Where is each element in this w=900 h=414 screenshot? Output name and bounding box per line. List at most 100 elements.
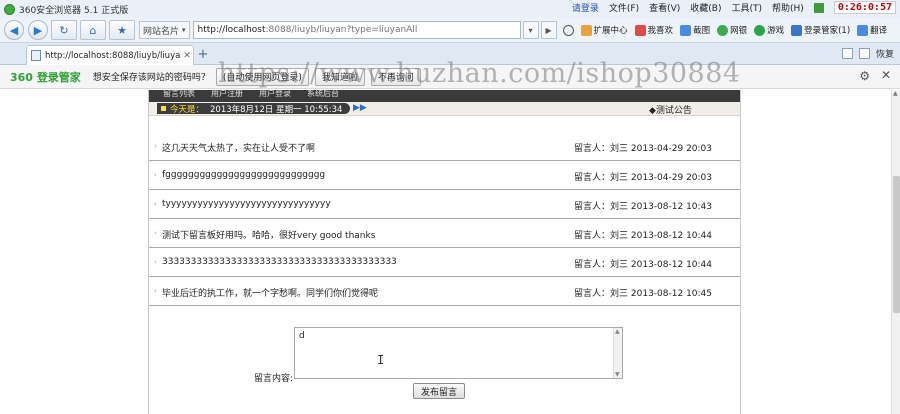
guestbook-container: 留言列表 用户注册 用户登录 系统后台 今天是： 2013年8月12日 星期一 … [148,90,741,414]
message-meta: 留言人：刘三 2013-04-29 20:03 [574,170,712,183]
message-time: 2013-08-12 10:44 [630,260,713,270]
user-key-icon [791,24,803,36]
close-tab-icon[interactable]: ✕ [181,51,193,61]
message-text: 3333333333333333333333333333333333333333… [162,257,397,267]
message-meta: 留言人：刘三 2013-08-12 10:44 [574,228,712,241]
today-label: 今天是： [170,104,205,115]
login-manager-logo: 360 登录管家 [10,69,81,85]
extension-center-button[interactable]: 扩展中心 [580,24,628,36]
message-meta: 留言人：刘三 2013-08-12 10:44 [574,257,712,270]
games-label: 游戏 [767,26,785,36]
skin-icon[interactable] [813,2,824,13]
play-icon: ▶ [545,25,552,35]
author-label: 留言人： [574,144,611,154]
browser-logo-icon [4,3,15,15]
textarea-scrollbar[interactable]: ▲ ▼ [613,328,622,378]
tab-title: http://localhost:8088/liuyb/liuya... [45,50,181,61]
screenshot-button[interactable]: 截图 [680,24,710,36]
message-row: › 毕业后迁的执工作，就一个字愁啊。同学们你们觉得呢 留言人：刘三 2013-0… [149,277,740,306]
translate-button[interactable]: 翻译 [857,24,887,36]
heart-icon [634,24,646,36]
login-manager-label: 登录管家(1) [804,26,851,36]
menu-help[interactable]: 帮助(H) [772,1,804,14]
scrollbar-thumb[interactable] [893,176,900,313]
logo-text: 登录管家 [36,70,81,84]
toolbar-tools: 扩展中心 我喜欢 截图 网银 游戏 登录管家(1) 翻译 [562,24,887,36]
address-dropdown-button[interactable]: ▾ [522,21,539,39]
navigation-bar: ◀ ▶ ↻ ⌂ ★ 网站名片 ▾ http://localhost:8088/l… [0,18,900,43]
menu-tools[interactable]: 工具(T) [731,1,762,14]
page-scrollbar[interactable]: ▲ [891,90,900,414]
bank-button[interactable]: 网银 [717,24,747,36]
date-pill: 今天是： 2013年8月12日 星期一 10:55:34 [157,103,351,115]
menu-file[interactable]: 文件(F) [609,1,639,14]
shield-icon [562,24,574,36]
nav-register[interactable]: 用户注册 [211,90,243,98]
author-name: 刘三 [610,289,629,299]
menu-favorites[interactable]: 收藏(B) [690,1,721,14]
security-shield-button[interactable] [562,24,574,36]
tab-list-icon[interactable] [841,48,853,59]
back-button[interactable]: ◀ [4,20,24,40]
author-name: 刘三 [610,202,629,212]
message-text: 测试下留言板好用吗。哈哈，很好very good thanks [162,231,376,241]
address-bar[interactable]: http://localhost:8088/liuyb/liuyan?type=… [192,21,521,39]
gear-icon[interactable]: ⚙ [859,69,870,83]
forward-arrow-icon: ▶ [33,23,43,37]
puzzle-icon [580,24,592,36]
submit-message-button[interactable]: 发布留言 [413,383,465,399]
go-button[interactable]: ▶ [540,21,557,39]
star-icon: ★ [117,23,127,37]
save-password-button[interactable]: (自动使用网页登录) [215,67,309,86]
text-cursor-icon: I [377,353,385,367]
menu-view[interactable]: 查看(V) [649,1,680,14]
announcement-link[interactable]: ◆测试公告 [649,103,692,116]
message-row: › tyyyyyyyyyyyyyyyyyyyyyyyyyyyyyyy 留言人：刘… [149,190,740,219]
author-label: 留言人： [574,289,611,299]
never-ask-button[interactable]: 不再询问 [370,67,421,86]
url-host: http://localhost [197,25,266,35]
new-tab-button[interactable]: + [196,48,210,62]
message-time: 2013-08-12 10:45 [630,289,713,299]
forward-button[interactable]: ▶ [28,20,48,40]
scroll-up-icon[interactable]: ▲ [615,328,620,335]
tab-active[interactable]: http://localhost:8088/liuyb/liuya... ✕ [26,45,194,65]
message-meta: 留言人：刘三 2013-04-29 20:03 [574,141,712,154]
message-text: 毕业后迁的执工作，就一个字愁啊。同学们你们觉得呢 [162,289,379,299]
author-label: 留言人： [574,173,611,183]
scroll-down-icon[interactable]: ▼ [615,371,620,378]
trash-icon[interactable] [858,48,870,59]
login-link[interactable]: 请登录 [572,1,599,14]
message-time: 2013-08-12 10:43 [630,202,713,212]
message-content-label: 留言内容: [254,374,294,384]
nav-message-list[interactable]: 留言列表 [163,90,195,98]
close-icon[interactable]: ✕ [881,68,891,82]
bank-icon [717,24,729,36]
message-time: 2013-04-29 20:03 [630,173,713,183]
later-button[interactable]: 我知道啦 [314,67,365,86]
message-row: › 33333333333333333333333333333333333333… [149,248,740,277]
bullet-icon: › [154,287,157,295]
author-name: 刘三 [610,144,629,154]
refresh-button[interactable]: ↻ [51,20,77,40]
message-time: 2013-04-29 20:03 [630,144,713,154]
infobar-message: 想安全保存该网站的密码吗？ [92,73,210,83]
message-content-textarea[interactable]: d ▲ ▼ [294,327,623,379]
message-time: 2013-08-12 10:44 [630,231,713,241]
home-button[interactable]: ⌂ [80,20,106,40]
site-card-button[interactable]: 网站名片 ▾ [139,21,190,39]
message-text: fgggggggggggggggggggggggggggg [162,170,326,180]
restore-button[interactable]: 恢复 [876,47,894,60]
bullet-icon: › [154,200,157,208]
nav-login[interactable]: 用户登录 [259,90,291,98]
games-button[interactable]: 游戏 [754,24,784,36]
bullet-icon: › [154,258,157,266]
refresh-icon: ↻ [59,23,69,37]
favorite-button[interactable]: ★ [109,20,135,40]
scroll-up-icon[interactable]: ▲ [893,90,898,97]
like-button[interactable]: 我喜欢 [634,24,673,36]
logo-number: 360 [10,70,33,84]
login-manager-button[interactable]: 登录管家(1) [791,24,850,36]
nav-admin[interactable]: 系统后台 [307,90,339,98]
author-label: 留言人： [574,260,611,270]
